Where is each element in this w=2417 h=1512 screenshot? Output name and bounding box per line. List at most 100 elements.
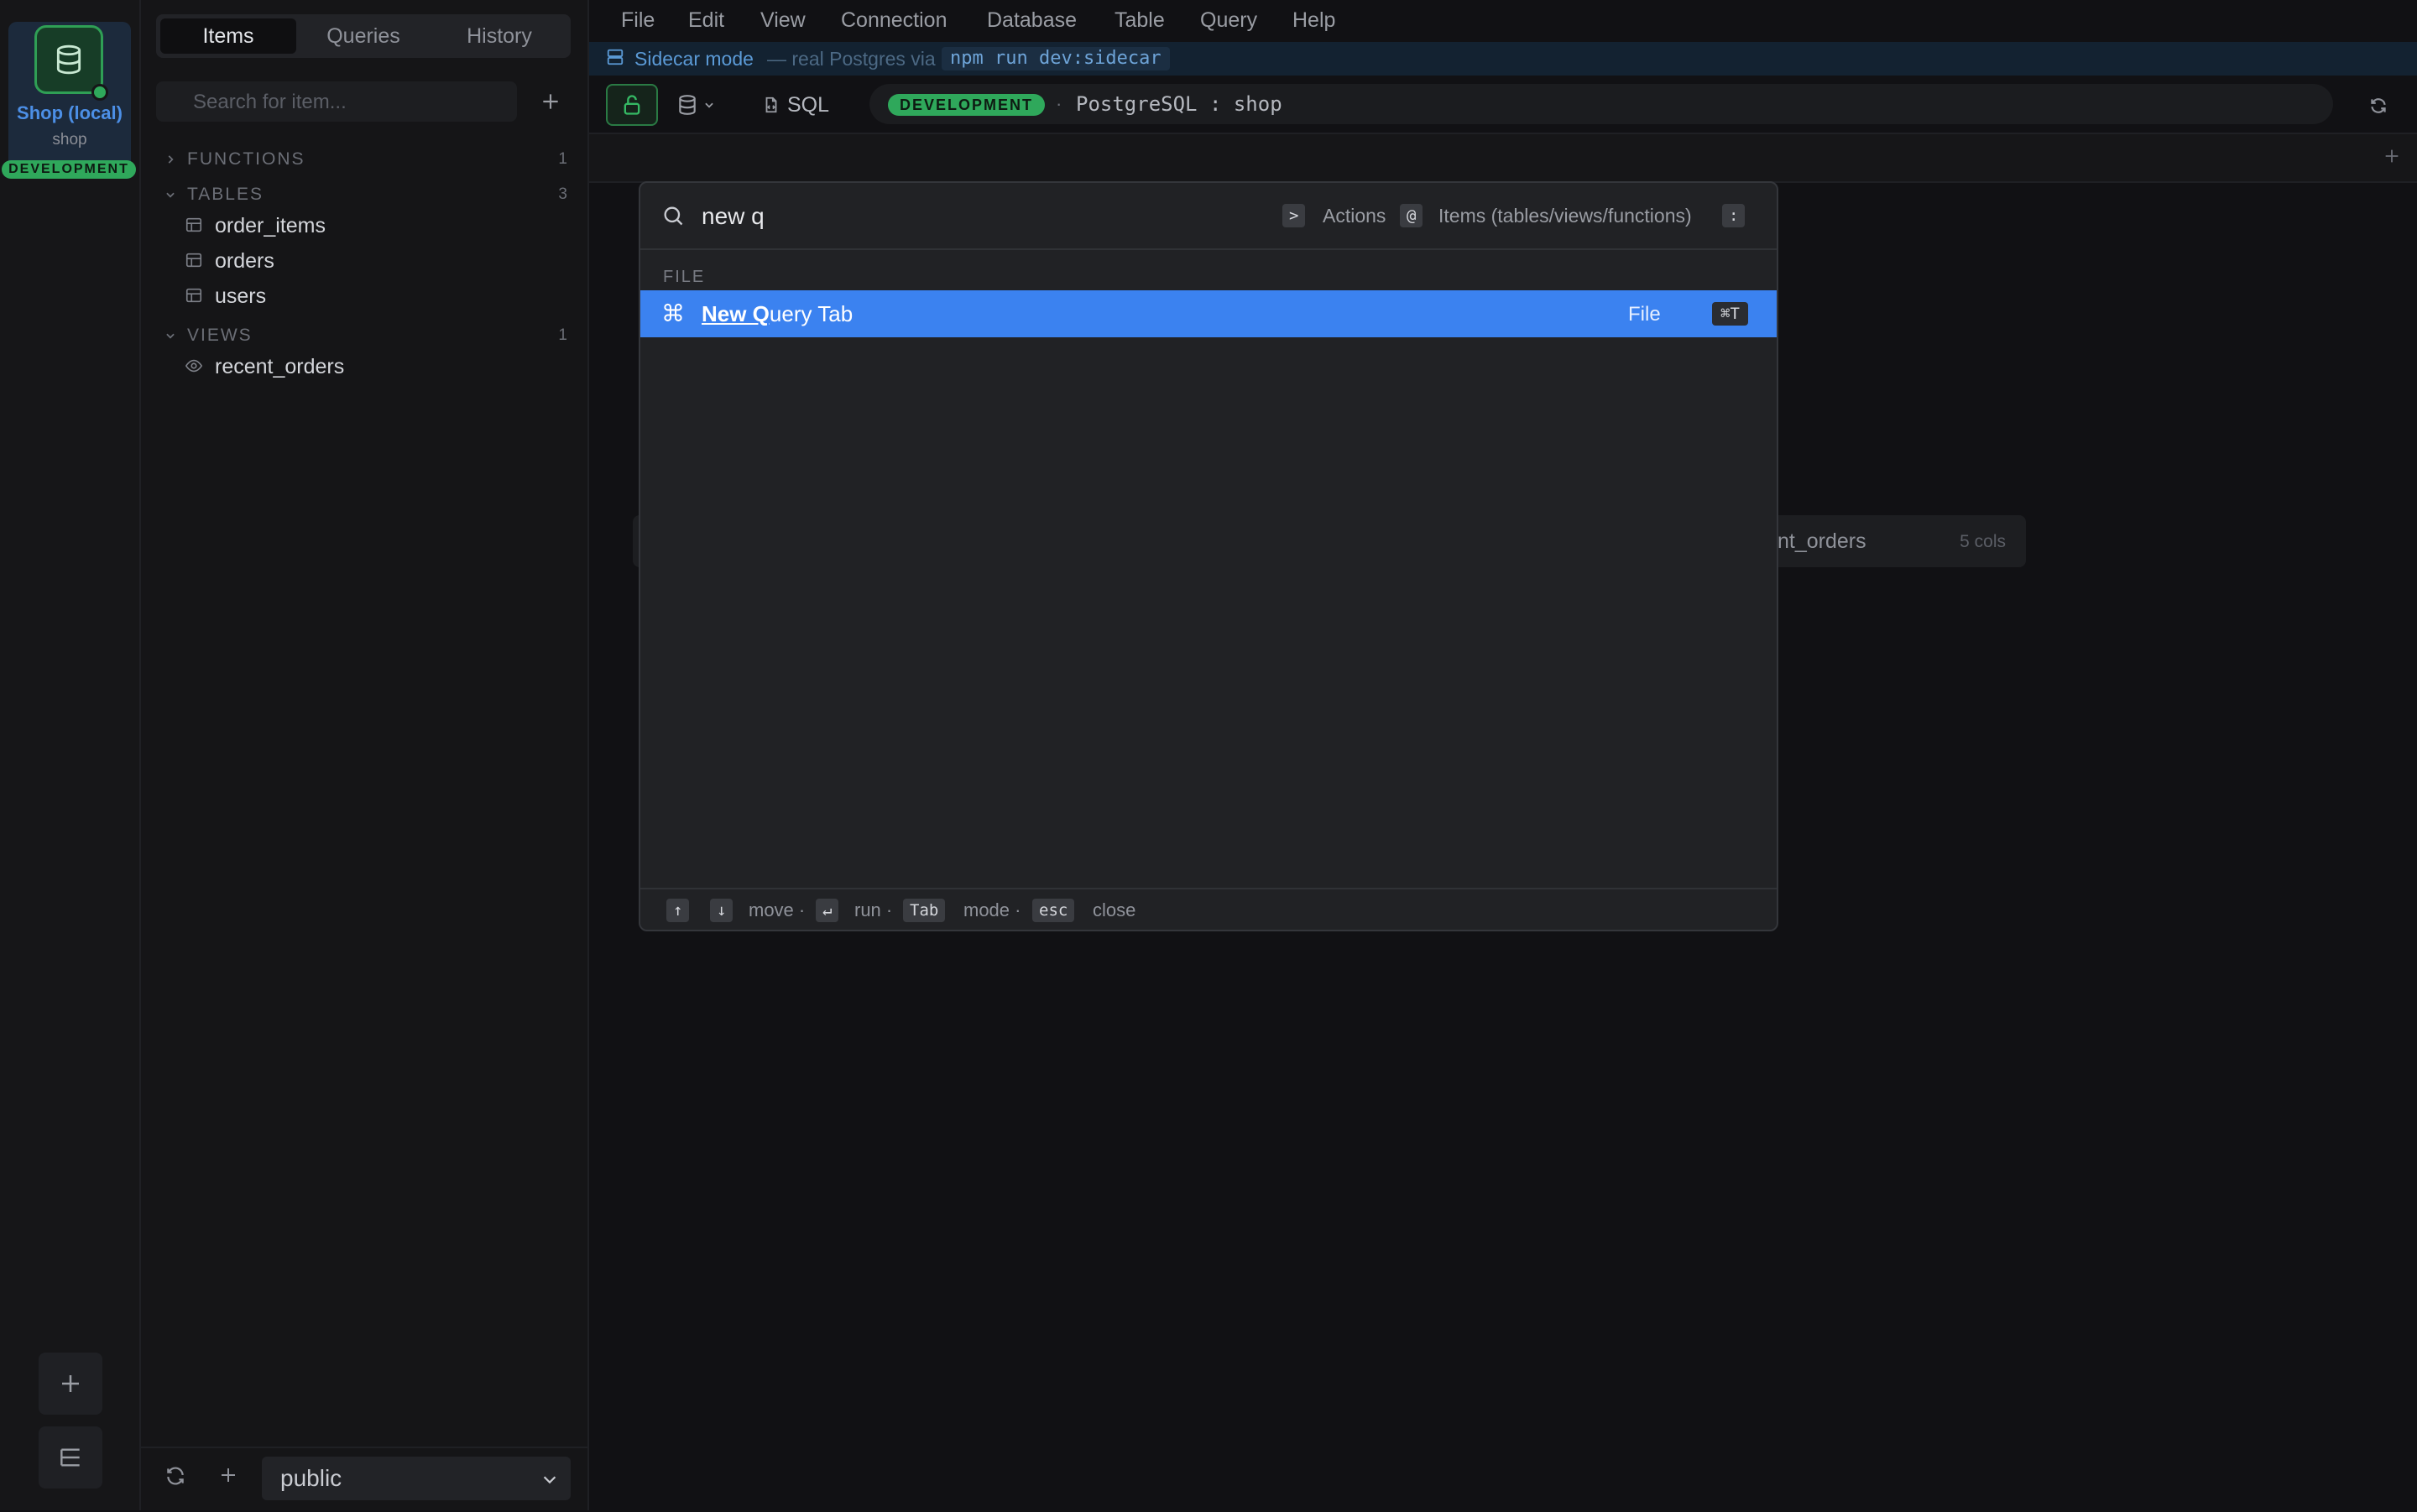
key-tab: Tab (903, 899, 946, 922)
tab-queries[interactable]: Queries (295, 18, 431, 54)
menu-file[interactable]: File (621, 7, 655, 34)
footer-move-label: move · (749, 899, 806, 920)
palette-result-rest: uery Tab (769, 301, 854, 326)
menu-database[interactable]: Database (987, 7, 1077, 34)
connection-environment-badge: DEVELOPMENT (2, 160, 136, 179)
file-code-icon (765, 96, 777, 113)
lock-open-icon (624, 95, 640, 115)
section-tables-count: 3 (558, 185, 567, 203)
palette-footer (640, 888, 1777, 931)
section-functions-count: 1 (558, 150, 567, 168)
sidebar-search-box (156, 81, 517, 123)
menu-table[interactable]: Table (1115, 7, 1165, 34)
key-down: ↓ (710, 899, 733, 922)
connection-separator: · (1056, 93, 1062, 114)
palette-result-label: New Query Tab (702, 300, 853, 327)
chevron-down-icon (705, 102, 713, 108)
safe-mode-toggle[interactable] (606, 84, 658, 126)
connection-database-name: shop (52, 131, 87, 149)
new-tab-button[interactable] (2377, 141, 2407, 171)
hint-actions-key: > (1282, 204, 1306, 227)
add-schema-button[interactable] (218, 1465, 245, 1492)
key-up: ↑ (666, 899, 690, 922)
chevron-down-icon (543, 1476, 556, 1484)
schema-select[interactable]: public (262, 1457, 571, 1500)
environment-badge: DEVELOPMENT (888, 94, 1046, 116)
tab-history[interactable]: History (431, 18, 567, 54)
sql-editor-button[interactable]: SQL (762, 87, 829, 123)
plus-icon (2385, 149, 2399, 163)
database-picker[interactable] (676, 87, 728, 123)
hint-colon-key: : (1722, 204, 1746, 227)
table-name: users (215, 284, 267, 308)
palette-result-shortcut: ⌘T (1712, 302, 1748, 326)
menu-view[interactable]: View (760, 7, 806, 34)
refresh-icon (2371, 98, 2386, 113)
add-item-button[interactable] (534, 84, 567, 119)
table-icon (185, 218, 202, 232)
editor-tab-strip (589, 133, 2417, 183)
section-views-header[interactable]: VIEWS (187, 323, 253, 348)
tree-item-table[interactable]: users (185, 281, 266, 311)
connection-database-button[interactable] (34, 25, 103, 94)
connection-list-button[interactable] (39, 1426, 102, 1489)
section-tables-header[interactable]: TABLES (187, 182, 264, 207)
chevron-right-icon[interactable] (164, 147, 180, 172)
sidecar-title: Sidecar mode (634, 48, 754, 70)
palette-search-input[interactable] (702, 200, 1272, 233)
hint-items-label: Items (tables/views/functions) (1438, 205, 1692, 227)
table-name: order_items (215, 214, 326, 237)
refresh-icon (167, 1467, 184, 1485)
footer-mode-label: mode · (963, 899, 1021, 920)
menu-edit[interactable]: Edit (688, 7, 724, 34)
menu-query[interactable]: Query (1200, 7, 1257, 34)
command-key-icon: ⌘ (661, 300, 685, 326)
chevron-down-icon[interactable] (164, 182, 180, 207)
eye-icon (185, 360, 203, 373)
connection-rail (0, 0, 141, 1510)
hint-actions-label: Actions (1323, 205, 1386, 227)
chevron-down-icon[interactable] (164, 323, 180, 348)
plus-icon (62, 1375, 79, 1392)
sql-button-label: SQL (787, 93, 830, 117)
connection-status-dot (91, 84, 108, 101)
section-views-count: 1 (558, 326, 567, 344)
sidecar-command: npm run dev:sidecar (942, 47, 1170, 70)
database-icon (679, 95, 696, 115)
recent-item-name: nt_orders (1778, 529, 1866, 553)
list-tree-icon (60, 1448, 80, 1467)
menu-help[interactable]: Help (1292, 7, 1335, 34)
plus-icon (543, 94, 558, 109)
schema-select-value: public (280, 1465, 342, 1491)
table-icon (185, 289, 202, 303)
section-functions-header[interactable]: FUNCTIONS (187, 147, 305, 172)
hint-items-key: @ (1400, 204, 1423, 227)
sidecar-subtitle: — real Postgres via (767, 48, 936, 70)
plus-icon (222, 1468, 235, 1482)
tab-items[interactable]: Items (160, 18, 296, 54)
view-name: recent_orders (215, 355, 345, 378)
tree-item-table[interactable]: order_items (185, 211, 326, 241)
server-icon (606, 48, 628, 70)
search-icon (661, 204, 685, 227)
table-icon (185, 253, 202, 268)
footer-close-label: close (1093, 899, 1136, 920)
footer-run-label: run · (854, 899, 893, 920)
database-icon (56, 44, 81, 75)
palette-result-category: File (1628, 303, 1661, 326)
refresh-button[interactable] (2360, 87, 2397, 124)
refresh-schema-button[interactable] (164, 1465, 191, 1492)
palette-result-match: New Q (702, 301, 770, 326)
key-esc: esc (1032, 899, 1075, 922)
table-name: orders (215, 249, 274, 273)
recent-item-columns: 5 cols (1960, 532, 2006, 551)
tree-item-table[interactable]: orders (185, 246, 274, 276)
tree-item-view[interactable]: recent_orders (185, 352, 344, 382)
connection-info-text: PostgreSQL : shop (1076, 92, 1282, 116)
menu-connection[interactable]: Connection (841, 7, 947, 34)
palette-group-label: FILE (663, 268, 706, 286)
key-enter: ↵ (816, 899, 839, 922)
sidebar-search-input[interactable] (191, 81, 514, 123)
connection-name: Shop (local) (17, 102, 123, 123)
add-connection-button[interactable] (39, 1353, 102, 1415)
